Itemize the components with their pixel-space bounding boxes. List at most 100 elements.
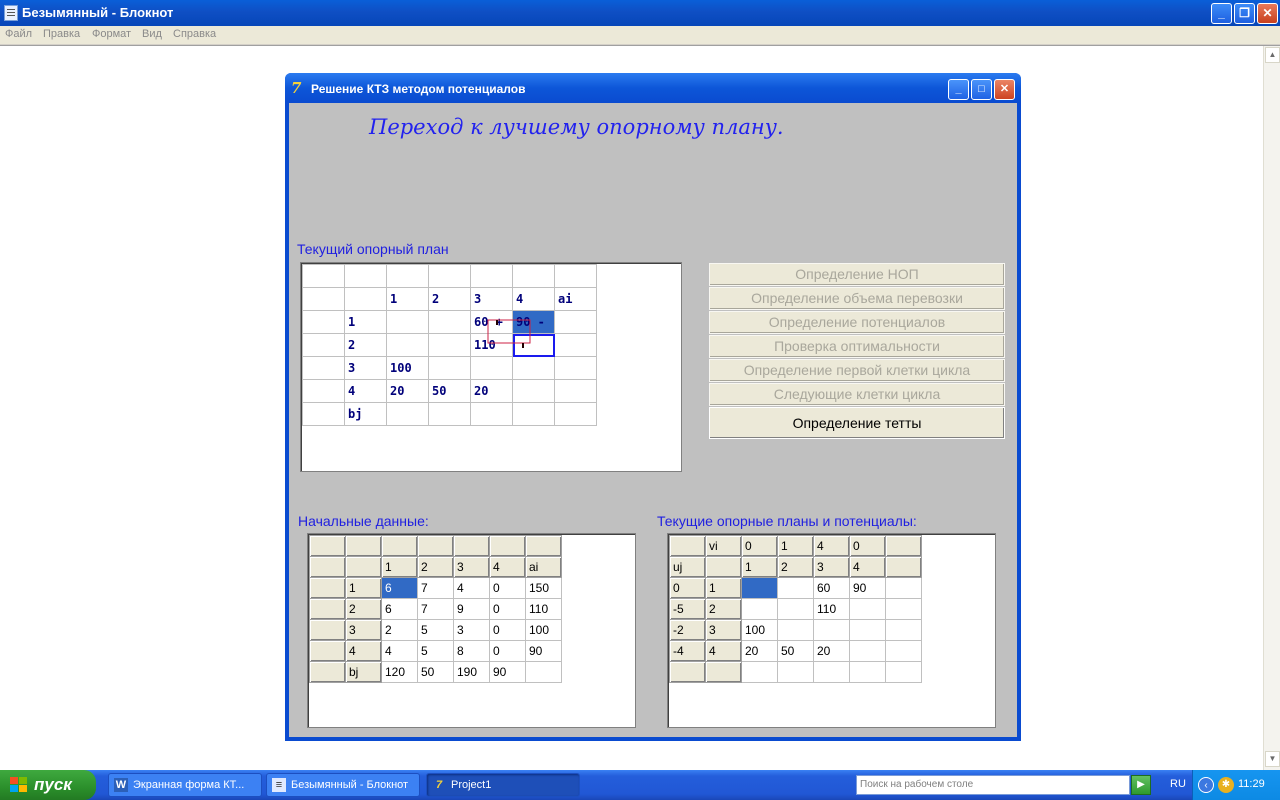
taskbar-item-screen-form[interactable]: W Экранная форма КТ... bbox=[108, 773, 262, 797]
table-cell[interactable]: 0 bbox=[741, 535, 778, 557]
scroll-down-icon[interactable]: ▼ bbox=[1265, 751, 1280, 767]
table-cell[interactable]: 60 bbox=[813, 577, 850, 599]
menu-help[interactable]: Справка bbox=[173, 28, 216, 40]
table-cell[interactable]: 4 bbox=[705, 640, 742, 662]
desktop-search-input[interactable]: Поиск на рабочем столе bbox=[856, 775, 1130, 795]
table-cell[interactable]: 4 bbox=[813, 535, 850, 557]
table-cell[interactable] bbox=[885, 577, 922, 599]
table-cell[interactable]: 1 bbox=[741, 556, 778, 578]
table-cell[interactable] bbox=[705, 661, 742, 683]
close-icon[interactable]: ✕ bbox=[1257, 3, 1278, 24]
app-titlebar[interactable]: 7 Решение КТЗ методом потенциалов _ □ ✕ bbox=[285, 73, 1021, 103]
app-maximize-icon[interactable]: □ bbox=[971, 79, 992, 100]
tray-network-icon[interactable]: ✱ bbox=[1218, 777, 1234, 793]
table-cell[interactable]: vi bbox=[705, 535, 742, 557]
scroll-up-icon[interactable]: ▲ bbox=[1265, 47, 1280, 63]
table-cell[interactable] bbox=[309, 535, 346, 557]
table-cell[interactable] bbox=[525, 661, 562, 683]
table-cell[interactable] bbox=[669, 661, 706, 683]
table-cell[interactable]: 3 bbox=[453, 556, 490, 578]
table-cell[interactable] bbox=[345, 535, 382, 557]
table-cell[interactable]: 2 bbox=[381, 619, 418, 641]
table-cell[interactable] bbox=[849, 598, 886, 620]
table-cell[interactable] bbox=[849, 619, 886, 641]
start-button[interactable]: пуск bbox=[0, 770, 96, 800]
table-cell[interactable]: 1 bbox=[777, 535, 814, 557]
table-cell[interactable]: 7 bbox=[417, 598, 454, 620]
table-cell[interactable]: 8 bbox=[453, 640, 490, 662]
table-cell[interactable]: bj bbox=[345, 661, 382, 683]
transport-volume-button[interactable]: Определение объема перевозки bbox=[709, 287, 1005, 310]
table-cell[interactable] bbox=[669, 535, 706, 557]
table-cell[interactable]: 4 bbox=[381, 640, 418, 662]
app-minimize-icon[interactable]: _ bbox=[948, 79, 969, 100]
taskbar-item-project1[interactable]: 7 Project1 bbox=[426, 773, 580, 797]
table-cell[interactable] bbox=[777, 577, 814, 599]
optimality-check-button[interactable]: Проверка оптимальности bbox=[709, 335, 1005, 358]
table-cell[interactable]: -4 bbox=[669, 640, 706, 662]
table-cell[interactable]: 3 bbox=[453, 619, 490, 641]
table-cell[interactable] bbox=[453, 535, 490, 557]
table-cell[interactable]: 6 bbox=[381, 577, 418, 599]
table-cell[interactable] bbox=[741, 577, 778, 599]
table-cell[interactable]: 110 bbox=[813, 598, 850, 620]
table-cell[interactable]: 150 bbox=[525, 577, 562, 599]
table-cell[interactable]: 2 bbox=[345, 598, 382, 620]
table-cell[interactable]: 50 bbox=[417, 661, 454, 683]
table-cell[interactable]: 5 bbox=[417, 619, 454, 641]
table-cell[interactable]: 50 bbox=[777, 640, 814, 662]
table-cell[interactable] bbox=[813, 619, 850, 641]
table-cell[interactable] bbox=[885, 535, 922, 557]
table-cell[interactable]: 90 bbox=[525, 640, 562, 662]
table-cell[interactable]: 0 bbox=[669, 577, 706, 599]
table-cell[interactable]: 4 bbox=[489, 556, 526, 578]
table-cell[interactable]: 3 bbox=[705, 619, 742, 641]
notepad-scrollbar[interactable]: ▲ ▼ bbox=[1263, 46, 1280, 770]
table-cell[interactable] bbox=[309, 661, 346, 683]
table-cell[interactable] bbox=[309, 640, 346, 662]
table-cell[interactable]: ai bbox=[525, 556, 562, 578]
table-cell[interactable] bbox=[309, 556, 346, 578]
table-cell[interactable]: 100 bbox=[525, 619, 562, 641]
table-cell[interactable] bbox=[489, 535, 526, 557]
table-cell[interactable] bbox=[777, 598, 814, 620]
table-cell[interactable] bbox=[849, 640, 886, 662]
table-cell[interactable] bbox=[849, 661, 886, 683]
table-cell[interactable]: uj bbox=[669, 556, 706, 578]
table-cell[interactable]: 20 bbox=[741, 640, 778, 662]
table-cell[interactable] bbox=[525, 535, 562, 557]
table-cell[interactable]: 4 bbox=[849, 556, 886, 578]
table-cell[interactable] bbox=[813, 661, 850, 683]
table-cell[interactable] bbox=[309, 577, 346, 599]
table-cell[interactable]: 1 bbox=[345, 577, 382, 599]
table-cell[interactable] bbox=[309, 598, 346, 620]
potentials-table[interactable]: vi 0 1 4 0 uj 1 2 3 4 0 1 60 90 -5 2 110 -2 3 100 -4 4 20 50 20 bbox=[669, 535, 922, 683]
table-cell[interactable] bbox=[777, 661, 814, 683]
table-cell[interactable] bbox=[777, 619, 814, 641]
initial-data-table[interactable]: 1 2 3 4 ai 1 6 7 4 0 150 2 6 7 9 0 110 3 2 5 3 0 100 4 4 5 8 0 90 bj 1… bbox=[309, 535, 562, 683]
next-cycle-cells-button[interactable]: Следующие клетки цикла bbox=[709, 383, 1005, 406]
table-cell[interactable] bbox=[705, 556, 742, 578]
language-indicator[interactable]: RU bbox=[1170, 778, 1186, 790]
table-cell[interactable] bbox=[417, 535, 454, 557]
table-cell[interactable]: 190 bbox=[453, 661, 490, 683]
table-cell[interactable]: 6 bbox=[381, 598, 418, 620]
taskbar-item-notepad[interactable]: ≡ Безымянный - Блокнот bbox=[266, 773, 420, 797]
table-cell[interactable]: -2 bbox=[669, 619, 706, 641]
table-cell[interactable]: 0 bbox=[489, 640, 526, 662]
initial-plan-button[interactable]: Определение НОП bbox=[709, 263, 1005, 286]
table-cell[interactable] bbox=[309, 619, 346, 641]
table-cell[interactable]: 0 bbox=[489, 577, 526, 599]
table-cell[interactable]: 20 bbox=[813, 640, 850, 662]
table-cell[interactable]: 120 bbox=[381, 661, 418, 683]
table-cell[interactable] bbox=[885, 598, 922, 620]
table-cell[interactable] bbox=[345, 556, 382, 578]
table-cell[interactable]: 3 bbox=[345, 619, 382, 641]
table-cell[interactable] bbox=[381, 535, 418, 557]
table-cell[interactable] bbox=[885, 661, 922, 683]
search-go-icon[interactable]: ▶ bbox=[1131, 775, 1151, 795]
table-cell[interactable]: 100 bbox=[741, 619, 778, 641]
table-cell[interactable]: 0 bbox=[489, 598, 526, 620]
table-cell[interactable]: 0 bbox=[849, 535, 886, 557]
menu-format[interactable]: Формат bbox=[92, 28, 131, 40]
